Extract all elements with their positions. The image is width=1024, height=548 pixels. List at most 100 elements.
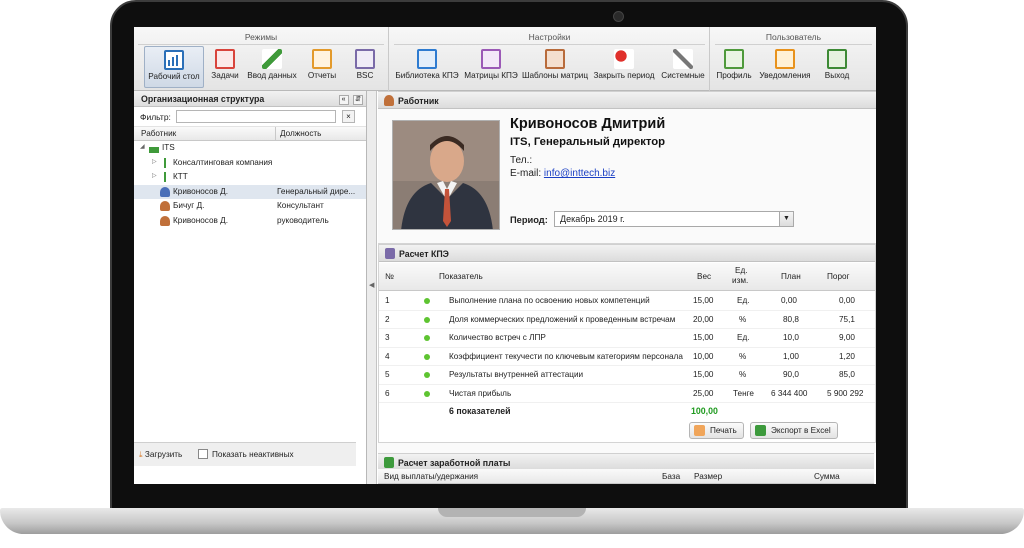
show-inactive-checkbox[interactable] [198,449,208,459]
period-label: Период: [510,215,548,225]
tree-node-ktt[interactable]: ▷ КТТ [134,170,366,185]
col-unit-header-1[interactable]: Ед. [735,266,748,275]
tree-node-its[interactable]: ◢ ITS [134,141,366,156]
collapse-panel-icon[interactable]: « [338,95,349,105]
col-num-header[interactable]: № [385,272,394,281]
kpi-row[interactable]: 5 Результаты внутренней аттестации 15,00… [379,366,875,385]
org-structure-title: Организационная структура « ⇵ [134,91,366,107]
kpi-row[interactable]: 2 Доля коммерческих предложений к провед… [379,311,875,329]
expand-arrow-icon[interactable]: ▷ [152,172,157,179]
print-button[interactable]: Печать [689,422,744,439]
notifications-button[interactable]: Уведомления [756,46,814,88]
kpi-plan: 6 344 400 [771,388,808,398]
filter-clear-button[interactable]: × [342,110,355,123]
kpi-plan: 1,00 [783,351,799,361]
pin-panel-icon[interactable]: ⇵ [353,95,363,105]
kpi-row[interactable]: 1 Выполнение плана по освоению новых ком… [379,292,875,311]
employee-phone-label: Тел.: [510,155,533,166]
col-indicator-header[interactable]: Показатель [439,272,483,281]
tree-node-employee[interactable]: Бичуг Д. Консультант [134,199,366,214]
col-weight-header[interactable]: Вес [697,272,711,281]
reports-button[interactable]: Отчеты [302,46,342,88]
status-ok-icon [424,298,430,304]
kpi-weight: 20,00 [693,314,714,324]
exit-button[interactable]: Выход [819,46,855,88]
org-structure-title-text: Организационная структура [141,94,265,104]
kpi-indicator: Доля коммерческих предложений к проведен… [449,314,676,324]
period-value: Декабрь 2019 г. [560,214,625,224]
splitter-arrow-icon[interactable]: ◀ [369,281,374,289]
desktop-button[interactable]: Рабочий стол [144,46,204,88]
kpi-indicator: Чистая прибыль [449,388,512,398]
laptop-notch [438,508,586,517]
filter-input[interactable] [176,110,336,123]
kpi-weight: 25,00 [693,388,714,398]
profile-label: Профиль [716,71,752,80]
tasks-button[interactable]: Задачи [208,46,242,88]
kpi-row[interactable]: 4 Коэффициент текучести по ключевым кате… [379,348,875,366]
kpi-indicator: Коэффициент текучести по ключевым катего… [449,351,683,361]
kpi-row[interactable]: 6 Чистая прибыль 25,00 Тенге 6 344 400 5… [379,385,875,403]
export-excel-button[interactable]: Экспорт в Excel [750,422,838,439]
filter-bar: Фильтр: × [134,107,366,127]
tree-node-consulting[interactable]: ▷ Консалтинговая компания [134,156,366,171]
kpi-num: 5 [385,370,390,379]
close-period-button[interactable]: Закрыть период [591,46,657,88]
kpi-library-label: Библиотека КПЭ [395,71,459,80]
kpi-num: 2 [385,314,390,324]
tree-node-employee[interactable]: Кривоносов Д. руководитель [134,214,366,229]
kpi-threshold: 1,20 [839,351,855,361]
printer-icon [694,425,705,436]
kpi-row[interactable]: 3 Количество встреч с ЛПР 15,00 Ед. 10,0… [379,329,875,348]
col-unit-header-2[interactable]: изм. [732,276,748,285]
ribbon-group-settings: Настройки Библиотека КПЭ Матрицы КПЭ Шаб… [390,27,710,91]
kpi-num: 4 [385,351,390,361]
salary-section: Расчет заработной платы Вид выплаты/удер… [378,453,876,484]
kpi-unit: Ед. [737,333,750,342]
col-size-header[interactable]: Размер [694,472,722,481]
kpi-indicator: Количество встреч с ЛПР [449,333,546,342]
col-payment-type-header[interactable]: Вид выплаты/удержания [384,472,478,481]
kpi-indicator: Результаты внутренней аттестации [449,370,584,379]
employee-section-header: Работник [378,91,876,109]
camera-icon [613,11,624,22]
org-unit-icon [160,172,170,183]
col-base-header[interactable]: База [662,472,680,481]
matrix-templates-button[interactable]: Шаблоны матриц [522,46,588,88]
col-plan-header[interactable]: План [781,272,801,281]
tree-node-employee-selected[interactable]: Кривоносов Д. Генеральный дире... [134,184,366,200]
profile-button[interactable]: Профиль [715,46,753,88]
ribbon-group-title: Пользователь [765,32,822,42]
kpi-indicator: Выполнение плана по освоению новых компе… [449,296,650,305]
kpi-matrix-button[interactable]: Матрицы КПЭ [463,46,519,88]
kpi-num: 3 [385,333,390,342]
kpi-weight: 15,00 [693,333,714,342]
col-threshold-header[interactable]: Порог [827,272,850,281]
money-icon [384,457,394,468]
expand-arrow-icon[interactable]: ▷ [152,158,157,165]
email-link[interactable]: info@inttech.biz [544,168,615,179]
col-worker-header[interactable]: Работник [141,129,176,138]
chevron-down-icon[interactable]: ▼ [779,212,793,226]
user-icon [160,186,170,197]
kpi-plan: 80,8 [783,314,799,324]
kpi-plan: 10,0 [783,333,799,342]
org-structure-panel: Организационная структура « ⇵ Фильтр: × … [134,91,367,484]
email-label: E-mail: [510,168,542,179]
period-select[interactable]: Декабрь 2019 г. ▼ [554,211,794,227]
ribbon-group-modes: Режимы Рабочий стол Задачи Ввод данных О… [134,27,389,91]
col-position-header[interactable]: Должность [280,129,321,138]
employee-name: Кривоносов Дмитрий [510,116,666,132]
org-table-header: Работник Должность [134,127,366,141]
col-sum-header[interactable]: Сумма [814,472,840,481]
bsc-button[interactable]: BSC [348,46,382,88]
download-button[interactable]: ⤓ Загрузить [139,450,182,460]
data-entry-button[interactable]: Ввод данных [246,46,298,88]
system-button[interactable]: Системные [660,46,706,88]
kpi-library-button[interactable]: Библиотека КПЭ [394,46,460,88]
salary-section-title: Расчет заработной платы [398,458,511,468]
expand-arrow-icon[interactable]: ◢ [140,143,145,150]
report-icon [312,49,332,69]
ribbon-group-user: Пользователь Профиль Уведомления Выход [711,27,876,91]
panel-splitter[interactable]: ◀ [367,91,377,484]
